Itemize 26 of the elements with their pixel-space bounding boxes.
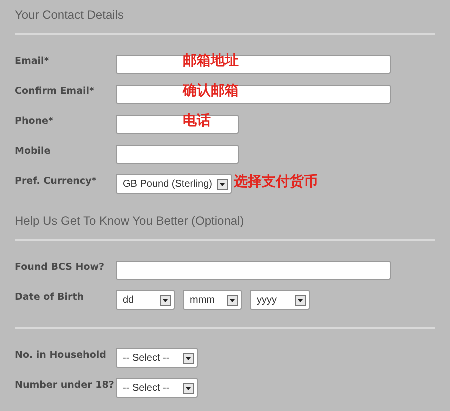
dropdown[interactable]: GB Pound (Sterling) xyxy=(116,174,232,194)
field-label: Email* xyxy=(15,55,50,67)
annotation: 邮箱地址 xyxy=(183,52,239,70)
text-field[interactable] xyxy=(116,260,391,280)
text-field[interactable] xyxy=(116,84,391,104)
field-label: Confirm Email* xyxy=(15,85,96,97)
field-label: No. in Household xyxy=(15,349,108,361)
text-field[interactable] xyxy=(116,144,239,164)
annotation: 电话 xyxy=(183,112,211,130)
section-heading: Your Contact Details xyxy=(15,7,125,24)
dropdown[interactable]: yyyy xyxy=(250,290,310,310)
dropdown[interactable]: dd xyxy=(116,290,175,310)
dropdown[interactable]: -- Select -- xyxy=(116,378,198,398)
field-label: Mobile xyxy=(15,145,52,157)
field-label: Pref. Currency* xyxy=(15,175,98,187)
section-heading: Help Us Get To Know You Better (Optional) xyxy=(15,213,246,230)
dropdown[interactable]: -- Select -- xyxy=(116,348,198,368)
annotation: 选择支付货币 xyxy=(234,173,318,191)
field-label: Found BCS How? xyxy=(15,261,106,273)
dropdown[interactable]: mmm xyxy=(183,290,242,310)
text-field[interactable] xyxy=(116,54,391,74)
field-label: Date of Birth xyxy=(15,291,86,303)
field-label: Number under 18? xyxy=(15,379,116,391)
annotation: 确认邮箱 xyxy=(183,82,239,100)
field-label: Phone* xyxy=(15,115,54,127)
text-field[interactable] xyxy=(116,114,239,134)
